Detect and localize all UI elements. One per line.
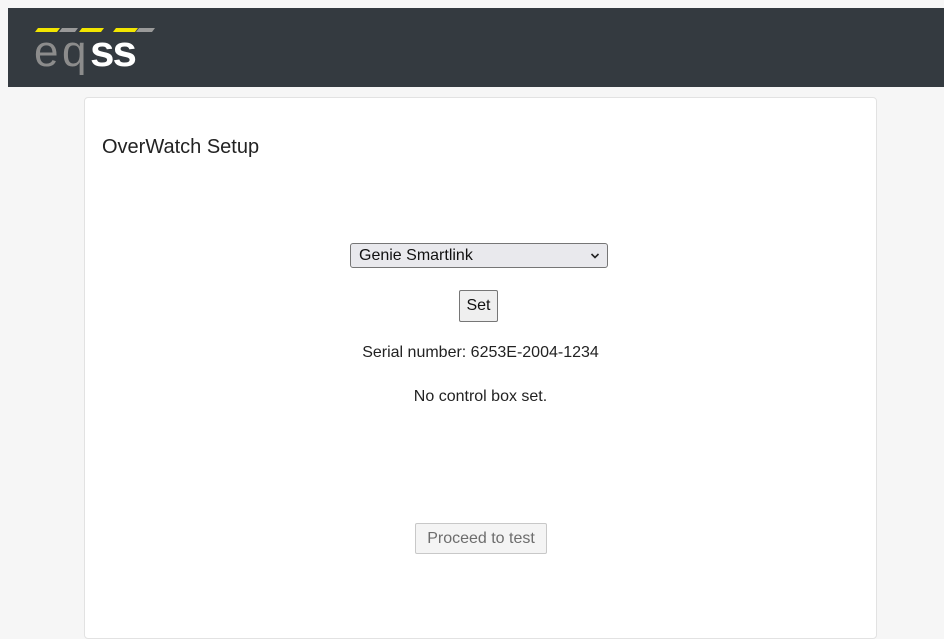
navbar: e q ss xyxy=(8,8,944,87)
eqss-logo[interactable]: e q ss xyxy=(20,16,180,76)
svg-text:ss: ss xyxy=(90,27,135,76)
page-title: OverWatch Setup xyxy=(102,136,260,158)
serial-number-text: Serial number: 6253E-2004-1234 xyxy=(362,344,599,361)
page: e q ss OverWatch Setup Genie Smartlink S… xyxy=(8,8,944,639)
svg-text:e: e xyxy=(34,27,58,76)
svg-text:q: q xyxy=(62,27,86,76)
proceed-to-test-button[interactable]: Proceed to test xyxy=(415,523,547,554)
control-box-select[interactable]: Genie Smartlink xyxy=(350,243,608,268)
setup-card: OverWatch Setup Genie Smartlink Set Seri… xyxy=(84,97,877,639)
control-box-status-text: No control box set. xyxy=(413,388,548,405)
chevron-down-icon xyxy=(590,253,600,259)
set-button[interactable]: Set xyxy=(459,290,498,322)
control-box-select-value: Genie Smartlink xyxy=(359,247,473,264)
